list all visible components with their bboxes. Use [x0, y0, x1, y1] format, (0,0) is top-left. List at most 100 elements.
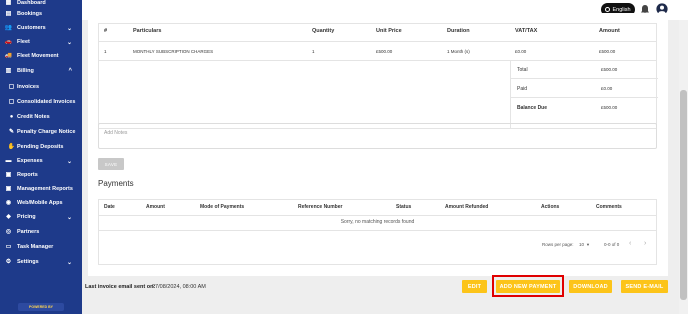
sidebar-item-label: Management Reports — [17, 186, 73, 192]
sidebar-item-partners[interactable]: ◎ Partners — [0, 226, 82, 238]
scrollbar-thumb[interactable] — [680, 90, 687, 300]
sidebar-item-label: Partners — [17, 229, 40, 235]
sidebar-item-label: Invoices — [17, 84, 40, 90]
cell-amount: £500.00 — [599, 49, 616, 54]
payments-title: Payments — [98, 179, 134, 188]
sidebar-item-label: Bookings — [17, 11, 43, 17]
chevron-down-icon: ⌄ — [66, 39, 72, 46]
sidebar-item-label: Settings — [17, 259, 39, 265]
notes-input[interactable]: Add Notes — [98, 123, 657, 149]
sidebar-item-label: Consolidated Invoices — [17, 99, 76, 105]
save-button[interactable]: SAVE — [98, 158, 124, 170]
pay-col-reference: Reference Number — [298, 204, 343, 210]
sidebar-item-reports[interactable]: ▣ Reports — [0, 169, 82, 181]
partners-icon: ◎ — [5, 229, 12, 235]
bookings-icon: ▤ — [5, 11, 12, 17]
sidebar-item-label: Web/Mobile Apps — [17, 200, 63, 206]
header-divider — [99, 41, 656, 42]
pay-col-mode: Mode of Payments — [200, 204, 245, 210]
rows-per-page-value: 10 — [579, 242, 585, 247]
col-header-quantity: Quantity — [312, 28, 335, 34]
sidebar-item-label: Billing — [17, 68, 34, 74]
col-header-amount: Amount — [599, 28, 620, 34]
settings-icon: ⚙ — [5, 259, 12, 265]
sidebar-item-customers[interactable]: 👥 Customers ⌄ — [0, 22, 82, 34]
fleet-movement-icon: 🚚 — [4, 53, 13, 59]
invoices-icon: ▢ — [8, 84, 15, 90]
sidebar-item-fleet[interactable]: 🚗 Fleet ⌄ — [0, 36, 82, 48]
sidebar-item-pending-deposits[interactable]: ✋ Pending Deposits — [0, 141, 82, 153]
sidebar-item-invoices[interactable]: ▢ Invoices — [0, 81, 82, 93]
management-reports-icon: ▣ — [5, 186, 12, 192]
expenses-icon: ▬ — [5, 158, 12, 164]
fleet-icon: 🚗 — [4, 39, 13, 45]
last-email-value: 27/08/2024, 08:00 AM — [152, 284, 206, 290]
chevron-down-icon: ⌄ — [66, 25, 72, 32]
pay-col-refunded: Amount Refunded — [445, 204, 489, 210]
totals-box: Total £500.00 Paid £0.00 Balance Due £50… — [510, 60, 658, 129]
chevron-up-icon: ^ — [68, 68, 72, 74]
sidebar-item-settings[interactable]: ⚙ Settings ⌄ — [0, 256, 82, 268]
reports-icon: ▣ — [5, 172, 12, 178]
sidebar-item-label: Task Manager — [17, 244, 54, 250]
prev-page-icon[interactable]: ‹ — [629, 240, 631, 247]
task-manager-icon: ▭ — [5, 244, 12, 250]
powered-by-logo: POWERED BY — [18, 303, 64, 311]
sidebar-item-expenses[interactable]: ▬ Expenses ⌄ — [0, 155, 82, 167]
send-email-button[interactable]: SEND E-MAIL — [621, 280, 668, 293]
sidebar-item-label: Reports — [17, 172, 38, 178]
invoice-card: # Particulars Quantity Unit Price Durati… — [88, 13, 668, 276]
sidebar-item-label: Customers — [17, 25, 46, 31]
customers-icon: 👥 — [4, 25, 13, 31]
sidebar-item-task-manager[interactable]: ▭ Task Manager — [0, 241, 82, 253]
balance-due-label: Balance Due — [517, 105, 548, 111]
col-header-number: # — [104, 28, 108, 34]
col-header-vat: VAT/TAX — [515, 28, 538, 34]
chevron-down-icon: ⌄ — [66, 214, 72, 221]
cell-particulars: MONTHLY SUBSCRIPTION CHARGES — [133, 49, 214, 54]
sidebar-item-fleet-movement[interactable]: 🚚 Fleet Movement — [0, 50, 82, 62]
pricing-icon: ◆ — [6, 214, 11, 220]
balance-due-value: £500.00 — [601, 105, 618, 110]
edit-button[interactable]: EDIT — [462, 280, 487, 293]
pay-col-comments: Comments — [596, 204, 622, 210]
dashboard-icon: ▦ — [5, 0, 12, 6]
cell-vat: £0.00 — [515, 49, 527, 54]
cell-unit-price: £500.00 — [376, 49, 393, 54]
paid-row: Paid £0.00 — [511, 79, 658, 98]
apps-icon: ◉ — [5, 200, 12, 206]
rows-per-page-label: Rows per page: — [542, 242, 574, 247]
scrollbar[interactable] — [679, 20, 688, 314]
rows-per-page-select[interactable]: 10 ▼ — [579, 241, 595, 248]
cell-duration: 1 Month (s) — [447, 49, 470, 54]
sidebar-item-pricing[interactable]: ◆ Pricing ⌄ — [0, 211, 82, 223]
sidebar-item-credit-notes[interactable]: ● Credit Notes — [0, 111, 82, 123]
total-row: Total £500.00 — [511, 60, 658, 79]
dropdown-arrow-icon: ▼ — [586, 242, 590, 247]
sidebar: ▦ Dashboard ▤ Bookings 👥 Customers ⌄ 🚗 Fleet ⌄ 🚚 Fl… — [0, 0, 82, 314]
sidebar-item-label: Penalty Charge Notice — [17, 129, 76, 135]
sidebar-item-management-reports[interactable]: ▣ Management Reports — [0, 183, 82, 195]
pay-header-divider — [99, 215, 656, 216]
sidebar-item-bookings[interactable]: ▤ Bookings — [0, 8, 82, 20]
pending-deposits-icon: ✋ — [7, 144, 16, 150]
sidebar-item-label: Pending Deposits — [17, 144, 64, 150]
invoice-items-table: # Particulars Quantity Unit Price Durati… — [98, 23, 658, 129]
language-label: English — [612, 6, 631, 13]
sidebar-item-label: Dashboard — [17, 0, 46, 6]
pay-col-actions: Actions — [541, 204, 560, 210]
sidebar-item-label: Fleet Movement — [17, 53, 59, 59]
pay-col-amount: Amount — [146, 204, 165, 210]
sidebar-item-web-mobile-apps[interactable]: ◉ Web/Mobile Apps — [0, 197, 82, 209]
last-email-label: Last invoice email sent on: — [85, 284, 156, 290]
pay-col-date: Date — [104, 204, 115, 210]
col-header-particulars: Particulars — [133, 28, 162, 34]
highlight-box — [492, 275, 564, 297]
sidebar-item-label: Credit Notes — [17, 114, 50, 120]
download-button[interactable]: DOWNLOAD — [569, 280, 612, 293]
next-page-icon[interactable]: › — [644, 240, 646, 247]
sidebar-item-billing[interactable]: ▥ Billing ^ — [0, 65, 82, 77]
paid-value: £0.00 — [601, 86, 613, 91]
sidebar-item-consolidated-invoices[interactable]: ▢ Consolidated Invoices — [0, 96, 82, 108]
sidebar-item-penalty-charge-notice[interactable]: ✎ Penalty Charge Notice — [0, 126, 82, 138]
